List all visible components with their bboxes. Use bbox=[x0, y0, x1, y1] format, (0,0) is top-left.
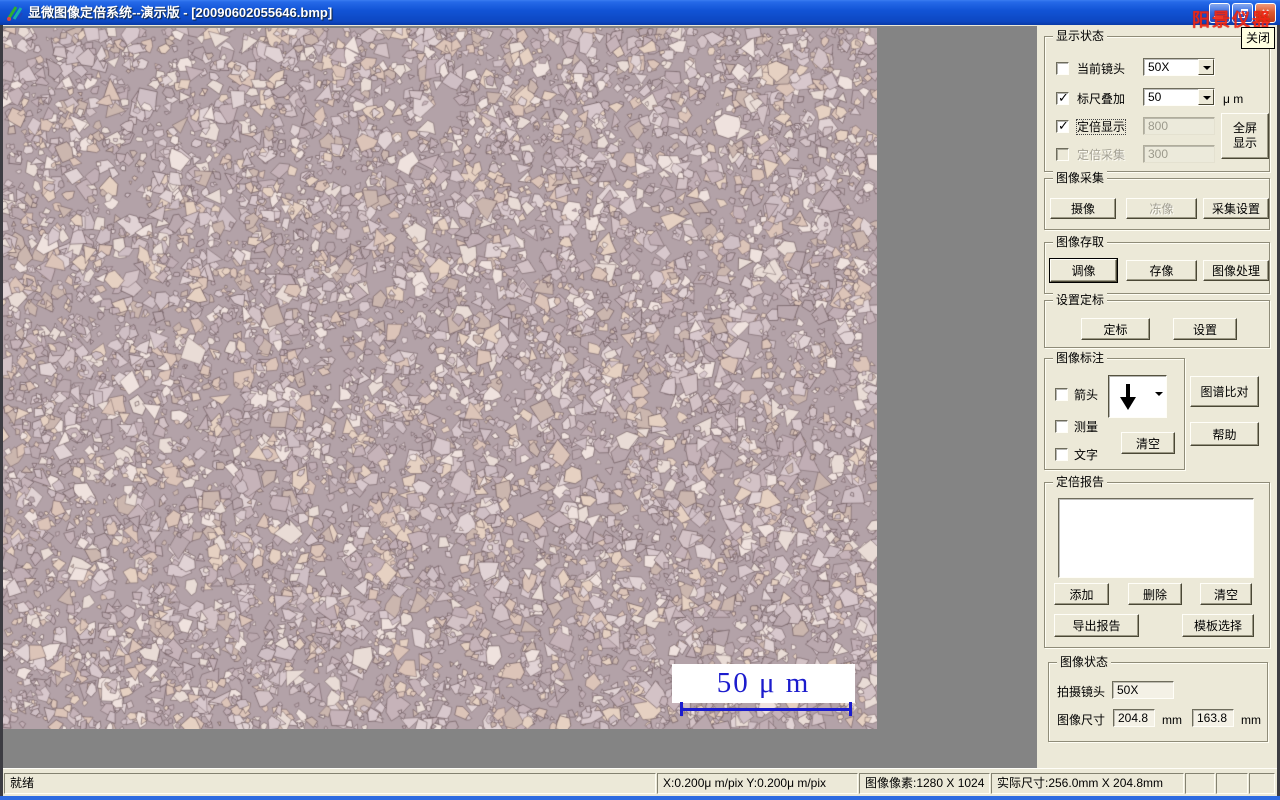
label-text: 文字 bbox=[1074, 448, 1099, 462]
field-image-width: 204.8 bbox=[1113, 709, 1155, 727]
capture-settings-button[interactable]: 采集设置 bbox=[1203, 198, 1269, 219]
combo-current-lens[interactable]: 50X bbox=[1143, 58, 1215, 76]
checkbox-fixed-scale-capture bbox=[1056, 148, 1069, 161]
combo-scalebar-value[interactable]: 50 bbox=[1143, 88, 1215, 106]
checkbox-measure[interactable] bbox=[1055, 420, 1068, 433]
title-bar: 显微图像定倍系统--演示版 - [20090602055646.bmp] × bbox=[0, 0, 1280, 25]
annotation-clear-button[interactable]: 清空 bbox=[1121, 432, 1175, 454]
label-fixed-scale-capture: 定倍采集 bbox=[1077, 148, 1126, 162]
scalebar-line bbox=[680, 708, 852, 711]
checkbox-fixed-scale-display[interactable] bbox=[1056, 118, 1069, 134]
label-width-unit: mm bbox=[1162, 713, 1182, 727]
help-button[interactable]: 帮助 bbox=[1190, 422, 1259, 446]
shoot-button[interactable]: 摄像 bbox=[1050, 198, 1116, 219]
control-panel: 显示状态 当前镜头 50X 标尺叠加 50 μ m 定倍显示 800 定倍采集 … bbox=[1037, 26, 1277, 768]
label-current-lens: 当前镜头 bbox=[1077, 62, 1126, 76]
group-display-status: 显示状态 当前镜头 50X 标尺叠加 50 μ m 定倍显示 800 定倍采集 … bbox=[1044, 29, 1270, 172]
group-capture: 图像采集 摄像 冻像 采集设置 bbox=[1044, 171, 1270, 230]
group-annotation-title: 图像标注 bbox=[1053, 351, 1108, 365]
template-select-button[interactable]: 模板选择 bbox=[1182, 614, 1254, 637]
load-image-button[interactable]: 调像 bbox=[1050, 259, 1117, 282]
combo-current-lens-value: 50X bbox=[1148, 60, 1170, 74]
status-bar: 就绪 X:0.200μ m/pix Y:0.200μ m/pix 图像像素:12… bbox=[3, 768, 1277, 796]
status-actual-size: 实际尺寸:256.0mm X 204.8mm bbox=[991, 773, 1184, 794]
chevron-down-icon[interactable] bbox=[1155, 392, 1163, 400]
label-height-unit: mm bbox=[1241, 713, 1261, 727]
app-window: 显微图像定倍系统--演示版 - [20090602055646.bmp] × 阳… bbox=[0, 0, 1280, 800]
scalebar-tick-right bbox=[849, 702, 852, 716]
group-storage-title: 图像存取 bbox=[1053, 235, 1108, 249]
save-image-button[interactable]: 存像 bbox=[1126, 260, 1197, 281]
status-pane-empty-1 bbox=[1185, 773, 1215, 794]
down-arrow-icon bbox=[1120, 384, 1136, 410]
scalebar-tick-left bbox=[680, 702, 683, 716]
label-scalebar-overlay: 标尺叠加 bbox=[1077, 92, 1126, 106]
window-border-bottom bbox=[0, 796, 1280, 800]
group-calibration: 设置定标 定标 设置 bbox=[1044, 293, 1270, 348]
group-storage: 图像存取 调像 存像 图像处理 bbox=[1044, 235, 1270, 294]
group-report: 定倍报告 添加 删除 清空 导出报告 模板选择 bbox=[1044, 475, 1270, 648]
label-measure: 测量 bbox=[1074, 420, 1099, 434]
field-image-height: 163.8 bbox=[1192, 709, 1234, 727]
status-ready: 就绪 bbox=[4, 773, 656, 794]
input-fixed-scale-display: 800 bbox=[1143, 117, 1215, 135]
chevron-down-icon[interactable] bbox=[1198, 89, 1214, 105]
window-title: 显微图像定倍系统--演示版 - [20090602055646.bmp] bbox=[28, 5, 333, 20]
freeze-button: 冻像 bbox=[1126, 198, 1197, 219]
calibrate-button[interactable]: 定标 bbox=[1081, 318, 1150, 340]
combo-scalebar-value-text: 50 bbox=[1148, 90, 1162, 104]
checkbox-arrow[interactable] bbox=[1055, 388, 1068, 401]
label-fixed-scale-display: 定倍显示 bbox=[1075, 119, 1127, 135]
field-shoot-lens: 50X bbox=[1112, 681, 1174, 699]
report-clear-button[interactable]: 清空 bbox=[1200, 583, 1252, 605]
group-image-status-title: 图像状态 bbox=[1057, 655, 1112, 669]
atlas-compare-button[interactable]: 图谱比对 bbox=[1190, 376, 1259, 407]
group-display-status-title: 显示状态 bbox=[1053, 29, 1108, 43]
group-report-title: 定倍报告 bbox=[1053, 475, 1108, 489]
label-shoot-lens: 拍摄镜头 bbox=[1057, 685, 1106, 699]
label-arrow: 箭头 bbox=[1074, 388, 1099, 402]
checkbox-text[interactable] bbox=[1055, 448, 1068, 461]
report-delete-button[interactable]: 删除 bbox=[1128, 583, 1182, 605]
app-icon bbox=[7, 6, 23, 21]
micrograph-canvas bbox=[3, 28, 877, 729]
report-listbox[interactable] bbox=[1058, 498, 1254, 578]
fullscreen-button-line1: 全屏 bbox=[1232, 121, 1257, 135]
status-resolution: X:0.200μ m/pix Y:0.200μ m/pix bbox=[657, 773, 858, 794]
scalebar-label: 50 μ m bbox=[716, 667, 811, 699]
group-annotation: 图像标注 箭头 测量 文字 清空 bbox=[1044, 351, 1185, 470]
close-tooltip: 关闭 bbox=[1241, 27, 1276, 49]
scalebar-overlay: 50 μ m bbox=[672, 664, 855, 703]
image-process-button[interactable]: 图像处理 bbox=[1203, 260, 1269, 281]
status-pane-empty-2 bbox=[1216, 773, 1248, 794]
label-um-unit: μ m bbox=[1223, 92, 1244, 106]
group-image-status: 图像状态 拍摄镜头 50X 图像尺寸 204.8 mm 163.8 mm bbox=[1048, 655, 1268, 742]
arrow-style-combo[interactable] bbox=[1108, 375, 1167, 418]
input-fixed-scale-capture: 300 bbox=[1143, 145, 1215, 163]
fullscreen-button[interactable]: 全屏 显示 bbox=[1221, 113, 1269, 159]
checkbox-current-lens[interactable] bbox=[1056, 62, 1069, 75]
chevron-down-icon[interactable] bbox=[1198, 59, 1214, 75]
export-report-button[interactable]: 导出报告 bbox=[1054, 614, 1139, 637]
image-client-area: 50 μ m bbox=[3, 26, 1037, 768]
report-add-button[interactable]: 添加 bbox=[1054, 583, 1109, 605]
micrograph-image bbox=[3, 28, 877, 729]
calibration-set-button[interactable]: 设置 bbox=[1173, 318, 1237, 340]
group-capture-title: 图像采集 bbox=[1053, 171, 1108, 185]
fullscreen-button-line2: 显示 bbox=[1232, 136, 1257, 150]
group-calibration-title: 设置定标 bbox=[1053, 293, 1108, 307]
checkbox-scalebar-overlay[interactable] bbox=[1056, 90, 1069, 106]
status-pixels: 图像像素:1280 X 1024 bbox=[859, 773, 990, 794]
label-image-size: 图像尺寸 bbox=[1057, 713, 1106, 727]
status-pane-empty-3 bbox=[1249, 773, 1275, 794]
